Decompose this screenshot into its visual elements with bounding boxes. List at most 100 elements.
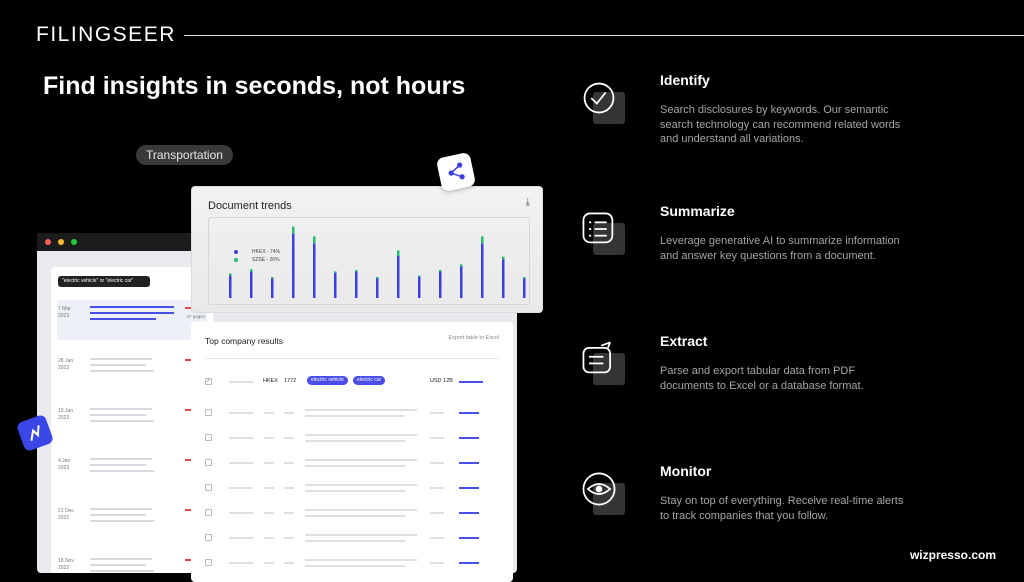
bar-szse <box>460 264 463 267</box>
row-checkbox[interactable] <box>205 509 212 516</box>
list-item[interactable]: 21 Dec 2022 <box>57 502 207 542</box>
cell-placeholder <box>430 487 444 489</box>
cell-placeholder <box>229 437 253 439</box>
cell-placeholder <box>264 562 274 564</box>
cell-placeholder <box>305 490 405 492</box>
cell-placeholder <box>229 537 253 539</box>
bar-szse <box>229 273 232 276</box>
table-row[interactable] <box>201 505 501 525</box>
bar-hkex <box>397 256 400 298</box>
cell-placeholder <box>264 487 274 489</box>
row-checkbox[interactable] <box>205 559 212 566</box>
text-line <box>90 470 154 472</box>
cell-placeholder <box>305 440 405 442</box>
row-checkbox[interactable]: ✓ <box>205 378 212 385</box>
list-item[interactable]: 18 Nov 2022 <box>57 552 207 573</box>
cell-placeholder <box>305 415 405 417</box>
results-list-panel: "electric vehicle" or "electric car" 7 M… <box>51 267 213 573</box>
table-row[interactable]: ✓ HKEX 1772 electric vehicle electric ca… <box>201 374 501 394</box>
feature-description: Parse and export tabular data from PDF d… <box>660 365 864 392</box>
bar-szse <box>313 236 316 244</box>
text-line <box>90 508 152 510</box>
chart-plot-area: HKEX - 74% SZSE - 26% <box>208 217 530 305</box>
text-line <box>90 364 146 366</box>
cell-placeholder <box>430 562 444 564</box>
bar-hkex <box>439 271 442 298</box>
table-header-rule <box>205 358 499 359</box>
bar-hkex <box>523 278 526 298</box>
bar-szse <box>502 256 505 260</box>
list-item[interactable]: 7 Mar 2023 47 pages <box>57 300 207 340</box>
row-checkbox[interactable] <box>205 459 212 466</box>
cell-placeholder <box>264 512 274 514</box>
text-line <box>90 570 154 572</box>
category-chip: Transportation <box>136 145 233 165</box>
value-bar <box>459 462 479 464</box>
list-icon <box>579 209 627 257</box>
cell-placeholder <box>229 512 253 514</box>
value-bar <box>459 537 479 539</box>
close-dot <box>45 239 51 245</box>
row-checkbox[interactable] <box>205 534 212 541</box>
bar-hkex <box>229 275 232 298</box>
text-line <box>90 312 174 314</box>
cell-placeholder <box>430 437 444 439</box>
table-row[interactable] <box>201 405 501 425</box>
row-checkbox[interactable] <box>205 409 212 416</box>
bar-szse <box>271 277 274 279</box>
export-list-icon <box>579 339 627 387</box>
chart-title: Document trends <box>208 200 292 212</box>
cell-placeholder <box>284 437 294 439</box>
value-bar <box>459 512 479 514</box>
cell-placeholder <box>430 512 444 514</box>
bar-szse <box>292 226 295 234</box>
table-row[interactable] <box>201 555 501 575</box>
list-item-date: 4 Jan 2023 <box>58 458 71 471</box>
list-item[interactable]: 28 Jan 2023 <box>57 352 207 392</box>
list-item[interactable]: 4 Jan 2023 <box>57 452 207 492</box>
text-line <box>90 318 156 320</box>
feature-description: Leverage generative AI to summarize info… <box>660 235 900 262</box>
bar-szse <box>439 270 442 272</box>
cell-placeholder <box>305 484 417 486</box>
table-row[interactable] <box>201 480 501 500</box>
cell-placeholder <box>284 412 294 414</box>
cell-placeholder <box>305 515 405 517</box>
list-item[interactable]: 13 Jan 2023 <box>57 402 207 442</box>
download-icon[interactable]: ⤓ <box>526 197 530 208</box>
minimize-dot <box>58 239 64 245</box>
share-icon[interactable] <box>435 151 477 193</box>
table-row[interactable] <box>201 430 501 450</box>
value-cell: USD 12B <box>430 378 453 384</box>
text-line <box>90 408 152 410</box>
feature-title: Extract <box>660 333 708 349</box>
text-line <box>90 464 146 466</box>
feature-title: Summarize <box>660 203 735 219</box>
bar-chart <box>229 226 526 298</box>
bar-szse <box>355 270 358 272</box>
bar-szse <box>250 269 253 272</box>
text-line <box>90 514 146 516</box>
bar-hkex <box>376 278 379 298</box>
row-checkbox[interactable] <box>205 484 212 491</box>
table-row[interactable] <box>201 455 501 475</box>
cell-placeholder <box>229 562 253 564</box>
cell-placeholder <box>305 465 405 467</box>
value-bar <box>459 562 479 564</box>
table-row[interactable] <box>201 530 501 550</box>
cell-placeholder <box>229 412 253 414</box>
bar-hkex <box>418 277 421 298</box>
list-item-date: 21 Dec 2022 <box>58 508 74 521</box>
cell-placeholder <box>305 534 417 536</box>
export-excel-link[interactable]: Export table to Excel <box>449 335 499 341</box>
maximize-dot <box>71 239 77 245</box>
feature-title: Monitor <box>660 463 712 479</box>
cell-placeholder <box>305 540 405 542</box>
text-line <box>90 558 152 560</box>
bar-szse <box>481 236 484 244</box>
bar-hkex <box>460 266 463 298</box>
cell-placeholder <box>229 462 253 464</box>
value-bar <box>459 381 483 383</box>
row-checkbox[interactable] <box>205 434 212 441</box>
cell-placeholder <box>305 459 417 461</box>
